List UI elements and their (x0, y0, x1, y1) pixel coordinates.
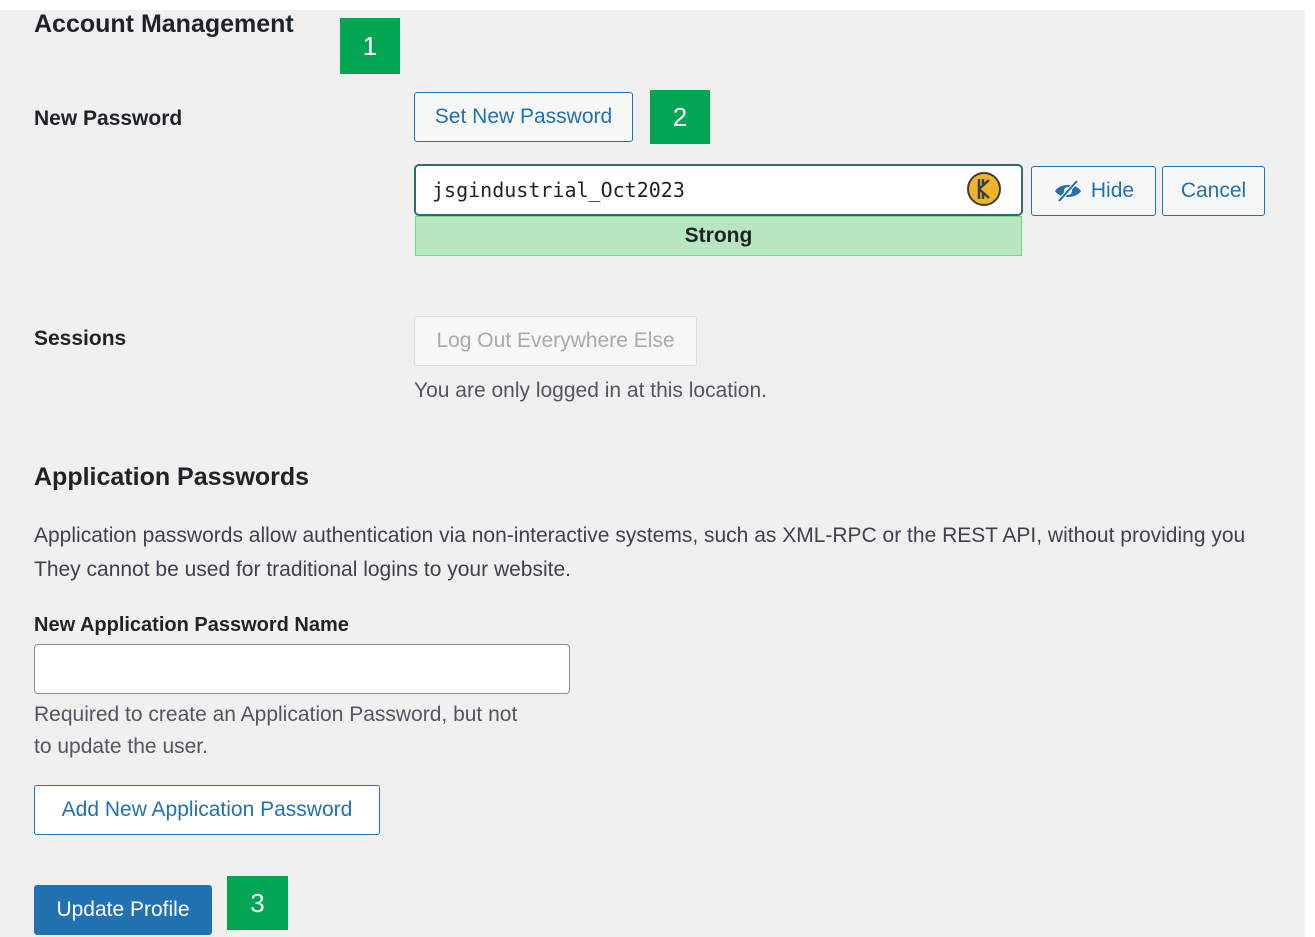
step-marker-2: 2 (650, 90, 710, 144)
new-password-input[interactable]: jsgindustrial_Oct2023 (414, 164, 1023, 216)
hide-password-button[interactable]: Hide (1031, 166, 1156, 216)
new-password-label: New Password (34, 107, 183, 130)
hide-button-label: Hide (1090, 179, 1135, 202)
app-passwords-description-line2: They cannot be used for traditional logi… (34, 558, 571, 581)
update-profile-button[interactable]: Update Profile (34, 885, 212, 935)
sessions-note: You are only logged in at this location. (414, 379, 767, 402)
application-passwords-heading: Application Passwords (34, 463, 310, 491)
add-new-application-password-button[interactable]: Add New Application Password (34, 785, 380, 835)
password-strength-indicator: Strong (415, 216, 1022, 256)
eye-slash-icon (1053, 180, 1083, 202)
password-value: jsgindustrial_Oct2023 (432, 178, 685, 202)
step-marker-3: 3 (227, 876, 288, 930)
app-passwords-description-line1: Application passwords allow authenticati… (34, 524, 1246, 547)
app-password-help-line1: Required to create an Application Passwo… (34, 703, 518, 726)
set-new-password-button[interactable]: Set New Password (414, 92, 633, 142)
new-app-password-name-input[interactable] (34, 644, 570, 694)
step-marker-1: 1 (340, 18, 400, 74)
cancel-button[interactable]: Cancel (1162, 166, 1265, 216)
log-out-everywhere-button: Log Out Everywhere Else (414, 316, 697, 366)
account-management-heading: Account Management (34, 10, 294, 38)
keeper-icon[interactable] (967, 172, 1001, 206)
new-app-password-name-label: New Application Password Name (34, 614, 349, 636)
app-password-help-line2: to update the user. (34, 735, 208, 758)
sessions-label: Sessions (34, 327, 127, 350)
